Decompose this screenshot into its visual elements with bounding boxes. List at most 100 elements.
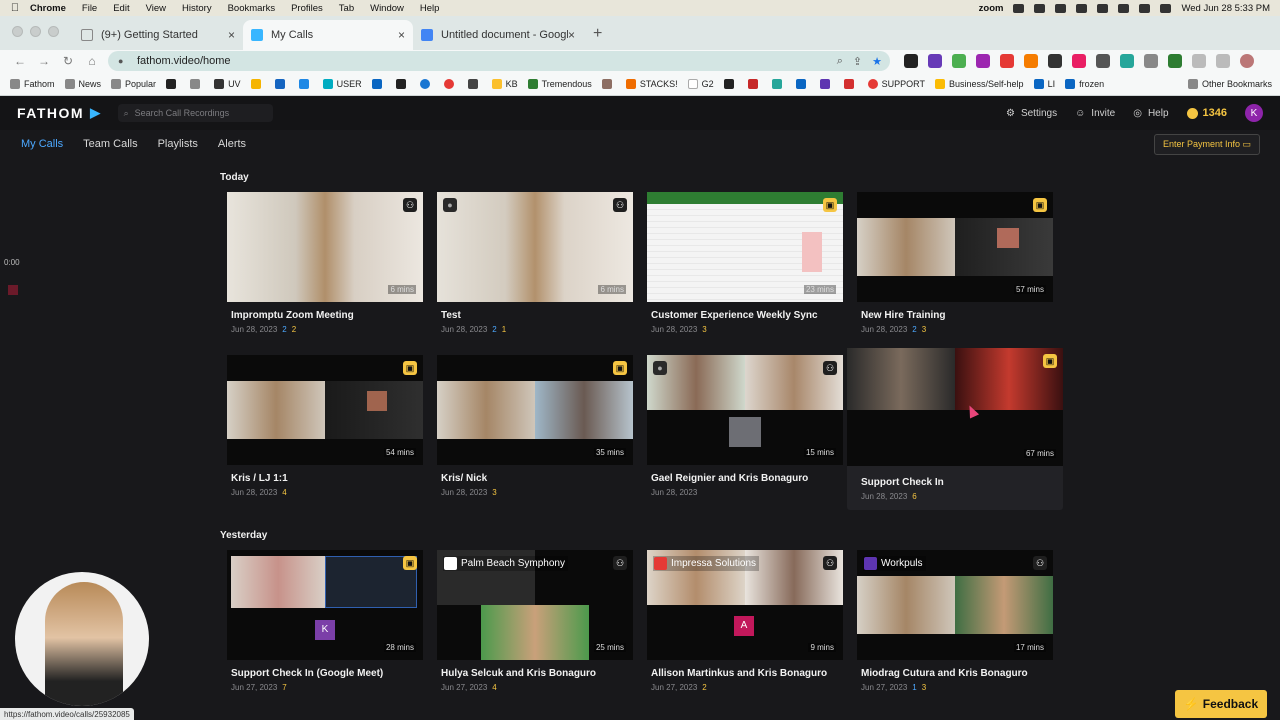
call-card[interactable]: ● ⚇ 6 mins Test Jun 28, 2023 2 1 [437, 192, 633, 334]
other-bookmarks[interactable]: Other Bookmarks [1187, 78, 1272, 89]
profile-avatar-icon[interactable] [1240, 54, 1254, 68]
call-title[interactable]: Support Check In [861, 477, 1053, 488]
bookmark-star-icon[interactable]: ★ [872, 55, 882, 68]
status-icon[interactable] [1097, 3, 1109, 13]
menu-help[interactable]: Help [420, 3, 440, 14]
bookmark-uv[interactable]: UV [214, 78, 241, 89]
call-card[interactable]: ▣ 23 mins Customer Experience Weekly Syn… [647, 192, 843, 334]
call-title[interactable]: Hulya Selcuk and Kris Bonaguro [441, 668, 633, 679]
menu-edit[interactable]: Edit [113, 3, 129, 14]
sidepanel-icon[interactable] [1216, 54, 1230, 68]
browser-tab-active[interactable]: My Calls × [243, 20, 413, 50]
call-thumbnail[interactable]: ▣ 57 mins [857, 192, 1053, 302]
zoom-menu-label[interactable]: zoom [979, 3, 1004, 14]
bookmark-popular[interactable]: Popular [111, 78, 156, 89]
bookmark-icon-only[interactable] [395, 78, 410, 89]
call-title[interactable]: Support Check In (Google Meet) [231, 668, 423, 679]
bookmark-icon-only[interactable] [747, 78, 762, 89]
search-icon[interactable] [1160, 3, 1172, 13]
call-title[interactable]: Miodrag Cutura and Kris Bonaguro [861, 668, 1053, 679]
enter-payment-info-button[interactable]: Enter Payment Info ▭ [1153, 133, 1260, 155]
call-title[interactable]: Impromptu Zoom Meeting [231, 310, 423, 321]
status-icon[interactable] [1055, 3, 1067, 13]
menu-bookmarks[interactable]: Bookmarks [228, 3, 276, 14]
bookmark-news[interactable]: News [64, 78, 101, 89]
bookmark-icon-only[interactable] [298, 78, 313, 89]
menu-profiles[interactable]: Profiles [291, 3, 323, 14]
menu-history[interactable]: History [182, 3, 212, 14]
call-card[interactable]: K ▣ 28 mins Support Check In (Google Mee… [227, 550, 423, 692]
bookmark-business-self-help[interactable]: Business/Self-help [935, 78, 1024, 89]
status-icon[interactable] [1076, 3, 1088, 13]
call-card[interactable]: ▣ 35 mins Kris/ Nick Jun 28, 2023 3 [437, 355, 633, 497]
menu-tab[interactable]: Tab [339, 3, 354, 14]
tab-playlists[interactable]: Playlists [158, 138, 198, 150]
call-thumbnail[interactable]: Palm Beach Symphony ⚇ 25 mins [437, 550, 633, 660]
call-title[interactable]: Kris/ Nick [441, 473, 633, 484]
call-card[interactable]: Palm Beach Symphony ⚇ 25 mins Hulya Selc… [437, 550, 633, 692]
extension-icon[interactable] [1096, 54, 1110, 68]
call-thumbnail[interactable]: ⚇ 6 mins [227, 192, 423, 302]
bookmark-icon-only[interactable] [274, 78, 289, 89]
call-card[interactable]: ● ⚇ 15 mins Gael Reignier and Kris Bonag… [647, 355, 843, 497]
extension-icon[interactable] [1168, 54, 1182, 68]
extension-icon[interactable] [928, 54, 942, 68]
extension-icon[interactable] [1072, 54, 1086, 68]
bookmark-icon-only[interactable] [250, 78, 265, 89]
bookmark-icon-only[interactable] [419, 78, 434, 89]
menu-app[interactable]: Chrome [30, 3, 66, 14]
tab-my-calls[interactable]: My Calls [21, 138, 63, 150]
bookmark-li[interactable]: LI [1033, 78, 1055, 89]
call-card[interactable]: ▣ 57 mins New Hire Training Jun 28, 2023… [857, 192, 1053, 334]
call-card[interactable]: ▣ 54 mins Kris / LJ 1:1 Jun 28, 2023 4 [227, 355, 423, 497]
call-title[interactable]: Test [441, 310, 633, 321]
avatar[interactable]: K [1245, 104, 1263, 122]
tab-team-calls[interactable]: Team Calls [83, 138, 137, 150]
call-title[interactable]: Kris / LJ 1:1 [231, 473, 423, 484]
call-card[interactable]: ⚇ 6 mins Impromptu Zoom Meeting Jun 28, … [227, 192, 423, 334]
bookmark-icon-only[interactable] [371, 78, 386, 89]
back-icon[interactable]: ← [8, 54, 32, 68]
close-tab-icon[interactable]: × [568, 28, 575, 42]
browser-tab[interactable]: (9+) Getting Started × [73, 20, 243, 50]
status-icon[interactable] [1034, 3, 1046, 13]
call-thumbnail[interactable]: A Impressa Solutions ⚇ 9 mins [647, 550, 843, 660]
browser-tab[interactable]: Untitled document - Google Docs × [413, 20, 583, 50]
bookmark-kb[interactable]: KB [491, 78, 518, 89]
bookmark-icon-only[interactable] [843, 78, 858, 89]
site-info-icon[interactable]: ● [118, 56, 129, 66]
status-icon[interactable] [1013, 3, 1025, 13]
feedback-button[interactable]: ⚡ Feedback [1175, 690, 1267, 718]
webcam-bubble[interactable] [15, 572, 149, 706]
extension-icon[interactable] [1048, 54, 1062, 68]
bookmark-icon-only[interactable] [166, 78, 180, 89]
call-title[interactable]: New Hire Training [861, 310, 1053, 321]
help-button[interactable]: ◎ Help [1133, 108, 1168, 119]
maximize-window-button[interactable] [48, 26, 59, 37]
menu-view[interactable]: View [146, 3, 166, 14]
call-thumbnail[interactable]: ▣ 67 mins [847, 348, 1063, 466]
invite-button[interactable]: ☺ Invite [1075, 108, 1115, 119]
call-thumbnail[interactable]: ● ⚇ 6 mins [437, 192, 633, 302]
reload-icon[interactable]: ↻ [56, 54, 80, 68]
menu-file[interactable]: File [82, 3, 97, 14]
settings-button[interactable]: ⚙ Settings [1006, 108, 1057, 119]
points-counter[interactable]: 1346 [1186, 107, 1227, 119]
bookmark-fathom[interactable]: Fathom [10, 78, 55, 89]
new-tab-button[interactable]: + [583, 25, 612, 50]
bookmark-frozen[interactable]: frozen [1065, 78, 1104, 89]
close-tab-icon[interactable]: × [228, 28, 235, 42]
call-card[interactable]: Workpuls ⚇ 17 mins Miodrag Cutura and Kr… [857, 550, 1053, 692]
extensions-puzzle-icon[interactable] [1192, 54, 1206, 68]
extension-icon[interactable] [1144, 54, 1158, 68]
bookmark-icon-only[interactable] [771, 78, 786, 89]
bookmark-icon-only[interactable] [819, 78, 834, 89]
bookmark-g2[interactable]: G2 [687, 78, 714, 89]
call-title[interactable]: Customer Experience Weekly Sync [651, 310, 843, 321]
bookmark-icon-only[interactable] [467, 78, 482, 89]
zoom-icon[interactable]: ⌕ [837, 55, 843, 68]
call-thumbnail[interactable]: ▣ 23 mins [647, 192, 843, 302]
extension-icon[interactable] [952, 54, 966, 68]
call-title[interactable]: Allison Martinkus and Kris Bonaguro [651, 668, 843, 679]
bookmark-icon-only[interactable] [795, 78, 810, 89]
